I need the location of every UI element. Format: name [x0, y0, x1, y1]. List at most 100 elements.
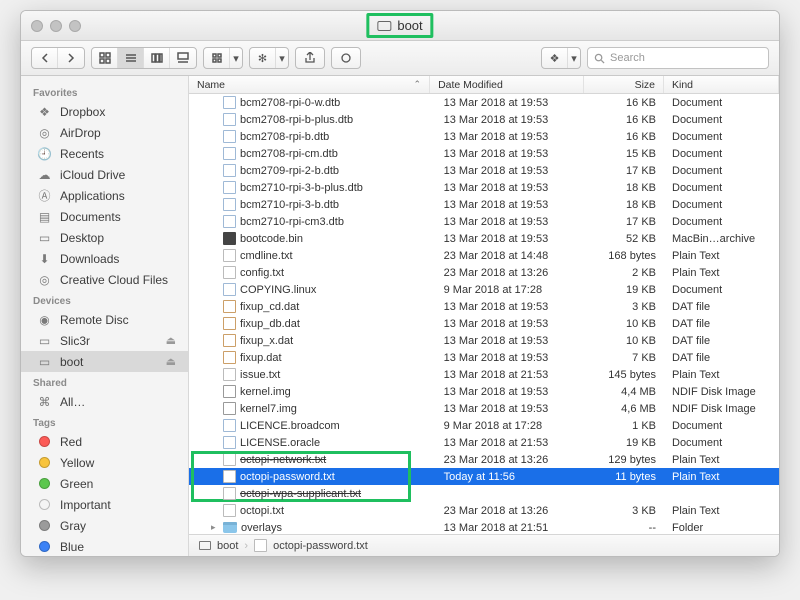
sidebar-item-green[interactable]: Green [21, 473, 188, 494]
table-row[interactable]: bcm2710-rpi-cm3.dtb13 Mar 2018 at 19:531… [189, 213, 779, 230]
search-placeholder: Search [610, 52, 645, 64]
sidebar-item-all-[interactable]: ⌘All… [21, 391, 188, 412]
file-icon [223, 181, 236, 194]
column-kind[interactable]: Kind [664, 76, 779, 93]
table-row[interactable]: fixup_db.dat13 Mar 2018 at 19:5310 KBDAT… [189, 315, 779, 332]
file-list[interactable]: bcm2708-rpi-0-w.dtb13 Mar 2018 at 19:531… [189, 94, 779, 534]
file-icon [223, 130, 236, 143]
icon-view-button[interactable] [92, 48, 118, 68]
sidebar-item-documents[interactable]: ▤Documents [21, 206, 188, 227]
file-name: overlays [241, 522, 282, 534]
file-kind: Plain Text [664, 369, 779, 381]
docs-icon: ▤ [37, 209, 52, 224]
sidebar-item-label: iCloud Drive [60, 168, 125, 182]
sidebar-item-boot[interactable]: ▭boot⏏ [21, 351, 188, 372]
table-row[interactable]: octopi.txt23 Mar 2018 at 13:263 KBPlain … [189, 502, 779, 519]
sidebar-item-label: Gray [60, 519, 86, 533]
table-row[interactable]: config.txt23 Mar 2018 at 13:262 KBPlain … [189, 264, 779, 281]
file-size: 7 KB [584, 352, 664, 364]
action-button[interactable]: ✻ ▾ [249, 47, 289, 69]
file-size: 16 KB [584, 131, 664, 143]
column-name[interactable]: Name⌃ [189, 76, 430, 93]
table-row[interactable]: octopi-wpa-supplicant.txt [189, 485, 779, 502]
file-kind: DAT file [664, 335, 779, 347]
file-kind: Document [664, 131, 779, 143]
gallery-view-button[interactable] [170, 48, 196, 68]
maximize-icon[interactable] [69, 20, 81, 32]
table-row[interactable]: fixup.dat13 Mar 2018 at 19:537 KBDAT fil… [189, 349, 779, 366]
table-row[interactable]: bcm2708-rpi-b-plus.dtb13 Mar 2018 at 19:… [189, 111, 779, 128]
path-current[interactable]: octopi-password.txt [273, 540, 368, 552]
table-row[interactable]: octopi-password.txtToday at 11:5611 byte… [189, 468, 779, 485]
table-row[interactable]: LICENCE.broadcom9 Mar 2018 at 17:281 KBD… [189, 417, 779, 434]
arrange-button[interactable]: ▾ [203, 47, 243, 69]
sidebar-item-label: Downloads [60, 252, 119, 266]
search-input[interactable]: Search [587, 47, 769, 69]
table-row[interactable]: cmdline.txt23 Mar 2018 at 14:48168 bytes… [189, 247, 779, 264]
sidebar-item-label: Dropbox [60, 105, 105, 119]
sidebar-item-important[interactable]: Important [21, 494, 188, 515]
file-date: 23 Mar 2018 at 13:26 [436, 267, 584, 279]
window-controls [31, 20, 81, 32]
file-icon [223, 283, 236, 296]
sidebar-item-icloud-drive[interactable]: ☁iCloud Drive [21, 164, 188, 185]
device-icon [377, 21, 391, 31]
table-row[interactable]: bcm2708-rpi-cm.dtb13 Mar 2018 at 19:5315… [189, 145, 779, 162]
sidebar-heading: Tags [21, 412, 188, 431]
table-row[interactable]: bcm2708-rpi-b.dtb13 Mar 2018 at 19:5316 … [189, 128, 779, 145]
table-row[interactable]: fixup_cd.dat13 Mar 2018 at 19:533 KBDAT … [189, 298, 779, 315]
forward-button[interactable] [58, 48, 84, 68]
column-view-button[interactable] [144, 48, 170, 68]
table-row[interactable]: LICENSE.oracle13 Mar 2018 at 21:5319 KBD… [189, 434, 779, 451]
path-root[interactable]: boot [217, 540, 238, 552]
table-row[interactable]: fixup_x.dat13 Mar 2018 at 19:5310 KBDAT … [189, 332, 779, 349]
table-row[interactable]: octopi-network.txt23 Mar 2018 at 13:2612… [189, 451, 779, 468]
tags-button[interactable] [331, 47, 361, 69]
sidebar-item-desktop[interactable]: ▭Desktop [21, 227, 188, 248]
sidebar-item-dropbox[interactable]: ❖Dropbox [21, 101, 188, 122]
close-icon[interactable] [31, 20, 43, 32]
sidebar-item-remote-disc[interactable]: ◉Remote Disc [21, 309, 188, 330]
file-size: 4,6 MB [584, 403, 664, 415]
eject-icon[interactable]: ⏏ [166, 355, 176, 368]
sidebar-item-applications[interactable]: Ⓐ Applications [21, 185, 188, 206]
share-button[interactable] [295, 47, 325, 69]
file-name: bcm2710-rpi-3-b.dtb [240, 199, 339, 211]
sidebar-item-recents[interactable]: 🕘Recents [21, 143, 188, 164]
file-name: bcm2709-rpi-2-b.dtb [240, 165, 339, 177]
table-row[interactable]: bcm2708-rpi-0-w.dtb13 Mar 2018 at 19:531… [189, 94, 779, 111]
dropbox-button[interactable]: ❖ ▾ [541, 47, 581, 69]
sidebar-item-yellow[interactable]: Yellow [21, 452, 188, 473]
sidebar-item-blue[interactable]: Blue [21, 536, 188, 556]
sidebar-item-label: Yellow [60, 456, 94, 470]
table-row[interactable]: bcm2710-rpi-3-b-plus.dtb13 Mar 2018 at 1… [189, 179, 779, 196]
minimize-icon[interactable] [50, 20, 62, 32]
table-row[interactable]: bootcode.bin13 Mar 2018 at 19:5352 KBMac… [189, 230, 779, 247]
column-size[interactable]: Size [584, 76, 664, 93]
list-view-button[interactable] [118, 48, 144, 68]
back-button[interactable] [32, 48, 58, 68]
sidebar-item-slic3r[interactable]: ▭Slic3r⏏ [21, 330, 188, 351]
table-row[interactable]: issue.txt13 Mar 2018 at 21:53145 bytesPl… [189, 366, 779, 383]
eject-icon[interactable]: ⏏ [166, 334, 176, 347]
device-icon: ▭ [37, 354, 52, 369]
table-row[interactable]: kernel7.img13 Mar 2018 at 19:534,6 MBNDI… [189, 400, 779, 417]
table-row[interactable]: ▸overlays13 Mar 2018 at 21:51--Folder [189, 519, 779, 534]
table-row[interactable]: bcm2709-rpi-2-b.dtb13 Mar 2018 at 19:531… [189, 162, 779, 179]
table-row[interactable]: kernel.img13 Mar 2018 at 19:534,4 MBNDIF… [189, 383, 779, 400]
sidebar-item-gray[interactable]: Gray [21, 515, 188, 536]
sidebar-item-airdrop[interactable]: ◎AirDrop [21, 122, 188, 143]
disclosure-triangle-icon[interactable]: ▸ [211, 522, 219, 533]
file-kind: DAT file [664, 318, 779, 330]
table-row[interactable]: COPYING.linux9 Mar 2018 at 17:2819 KBDoc… [189, 281, 779, 298]
sidebar-item-label: Applications [60, 189, 125, 203]
column-date[interactable]: Date Modified [430, 76, 584, 93]
file-size: 16 KB [584, 114, 664, 126]
file-icon [223, 436, 236, 449]
sidebar-item-downloads[interactable]: ⬇Downloads [21, 248, 188, 269]
apps-icon: Ⓐ [37, 188, 52, 203]
sidebar-item-creative-cloud-files[interactable]: ◎Creative Cloud Files [21, 269, 188, 290]
table-row[interactable]: bcm2710-rpi-3-b.dtb13 Mar 2018 at 19:531… [189, 196, 779, 213]
sidebar-item-label: Important [60, 498, 111, 512]
sidebar-item-red[interactable]: Red [21, 431, 188, 452]
